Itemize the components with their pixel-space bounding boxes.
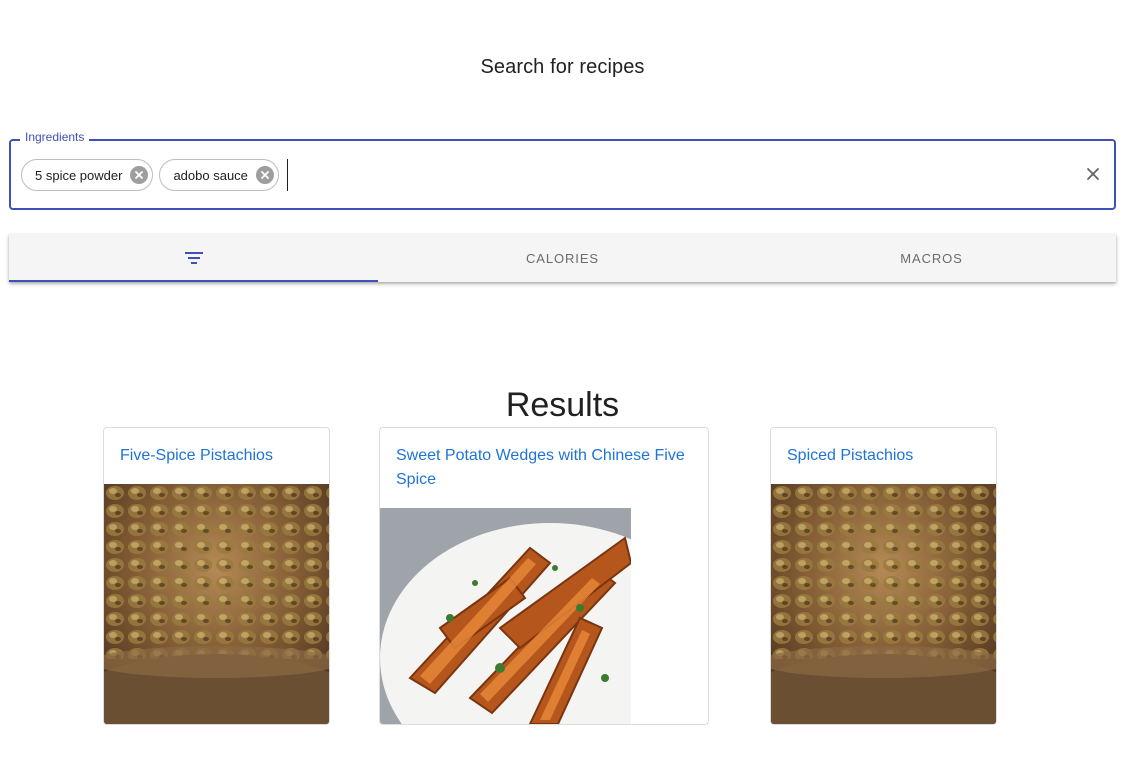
chip-list: 5 spice powder adobo sauce	[21, 159, 288, 191]
pistachios-image	[104, 484, 329, 724]
chip-delete-icon[interactable]	[255, 166, 274, 184]
recipe-card[interactable]: Sweet Potato Wedges with Chinese Five Sp…	[379, 427, 709, 725]
recipe-title[interactable]: Five-Spice Pistachios	[120, 444, 273, 468]
recipe-card[interactable]: Five-Spice Pistachios	[103, 427, 330, 725]
page-title: Search for recipes	[480, 56, 645, 78]
tab-macros[interactable]: MACROS	[747, 234, 1116, 282]
chip-label: 5 spice powder	[35, 167, 123, 183]
pistachios-image	[771, 484, 996, 724]
tab-filter[interactable]	[9, 234, 378, 282]
tab-bar: CALORIES MACROS	[9, 234, 1116, 282]
results-title: Results	[505, 386, 620, 424]
chip-label: adobo sauce	[173, 167, 248, 183]
chip-delete-icon[interactable]	[130, 166, 149, 184]
ingredients-field[interactable]: Ingredients 5 spice powder adobo sauce	[9, 130, 1116, 210]
recipe-title[interactable]: Spiced Pistachios	[787, 444, 913, 468]
chip-adobo-sauce[interactable]: adobo sauce	[159, 159, 279, 191]
ingredients-label: Ingredients	[20, 130, 90, 144]
ingredients-input[interactable]	[286, 159, 288, 191]
tab-calories[interactable]: CALORIES	[378, 234, 747, 282]
filter-icon	[184, 252, 203, 264]
recipe-card[interactable]: Spiced Pistachios	[770, 427, 997, 725]
recipe-title[interactable]: Sweet Potato Wedges with Chinese Five Sp…	[396, 444, 696, 492]
close-icon[interactable]	[1081, 162, 1105, 186]
chip-5-spice-powder[interactable]: 5 spice powder	[21, 159, 154, 191]
sweet-potato-image	[380, 508, 631, 724]
